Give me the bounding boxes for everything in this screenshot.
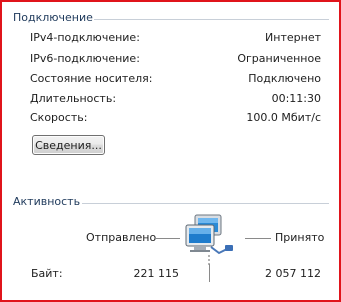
details-button[interactable]: Сведения...: [32, 135, 105, 155]
sent-label: Отправлено: [86, 231, 157, 244]
ipv6-value: Ограниченное: [237, 52, 321, 65]
sent-line: [154, 238, 180, 239]
ipv6-label: IPv6-подключение:: [30, 52, 140, 65]
connection-separator: [94, 19, 329, 20]
ipv4-label: IPv4-подключение:: [30, 31, 140, 44]
activity-group-title: Активность: [13, 195, 81, 208]
received-line: [245, 238, 271, 239]
connection-group-title: Подключение: [13, 11, 93, 24]
activity-separator: [82, 203, 329, 204]
bytes-sent-value: 221 115: [133, 267, 180, 280]
media-state-label: Состояние носителя:: [30, 72, 153, 85]
media-state-value: Подключено: [248, 72, 321, 85]
ipv4-value: Интернет: [265, 31, 321, 44]
speed-label: Скорость:: [30, 111, 88, 124]
duration-value: 00:11:30: [271, 92, 321, 105]
bytes-received-value: 2 057 112: [265, 267, 321, 280]
received-label: Принято: [275, 231, 325, 244]
bytes-label: Байт:: [31, 267, 63, 280]
duration-label: Длительность:: [30, 92, 117, 105]
dialog-panel: Подключение IPv4-подключение: Интернет I…: [0, 0, 341, 302]
bytes-divider: [209, 264, 210, 282]
speed-value: 100.0 Мбит/с: [246, 111, 321, 124]
network-computers-icon: [185, 214, 233, 265]
